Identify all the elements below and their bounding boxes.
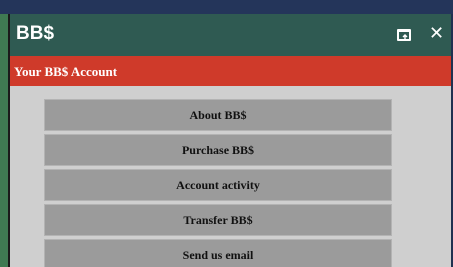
menu-item-label: About BB$ bbox=[189, 108, 247, 122]
window-titlebar[interactable]: BB$ ✕ bbox=[10, 14, 451, 56]
account-section-header: Your BB$ Account bbox=[10, 56, 451, 86]
close-icon[interactable]: ✕ bbox=[429, 25, 445, 43]
menu-item-transfer[interactable]: Transfer BB$ bbox=[44, 204, 392, 236]
background-window-strip bbox=[0, 0, 453, 14]
menu-item-label: Send us email bbox=[182, 248, 254, 262]
menu-item-account-activity[interactable]: Account activity bbox=[44, 169, 392, 201]
menu-item-label: Purchase BB$ bbox=[181, 143, 255, 157]
menu-item-label: Account activity bbox=[176, 178, 260, 192]
menu-item-about[interactable]: About BB$ bbox=[44, 99, 392, 131]
menu-item-label: Transfer BB$ bbox=[183, 213, 253, 227]
menu-item-purchase[interactable]: Purchase BB$ bbox=[44, 134, 392, 166]
bb-dialog-window: BB$ ✕ Your BB$ Account About BB$ Purchas… bbox=[8, 14, 451, 267]
popout-icon[interactable] bbox=[397, 29, 411, 41]
background-window-edge bbox=[0, 14, 8, 267]
section-title: Your BB$ Account bbox=[14, 64, 118, 79]
account-menu: About BB$ Purchase BB$ Account activity … bbox=[44, 99, 392, 267]
menu-item-send-email[interactable]: Send us email bbox=[44, 239, 392, 267]
window-title: BB$ bbox=[16, 23, 55, 44]
